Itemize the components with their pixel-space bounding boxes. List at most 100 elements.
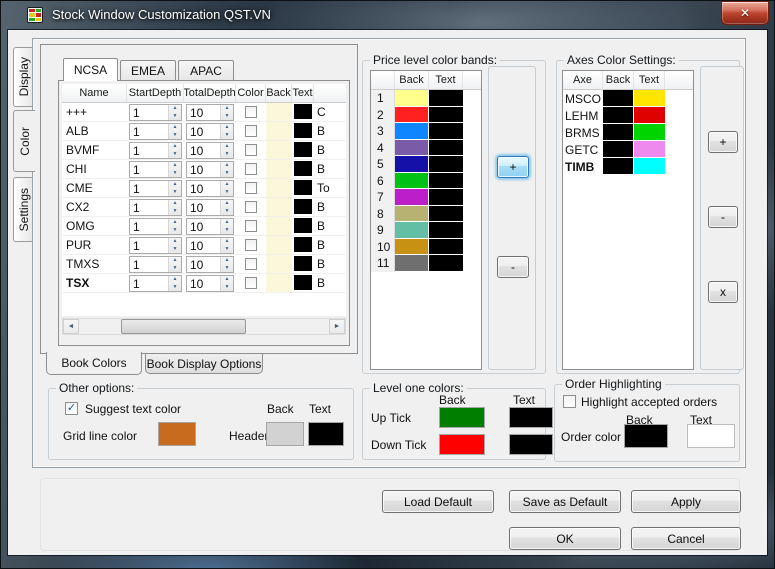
- spin-down-icon[interactable]: ▼: [169, 151, 181, 159]
- spin-down-icon[interactable]: ▼: [221, 227, 233, 235]
- scroll-left-button[interactable]: ◄: [63, 319, 79, 334]
- highlight-accepted-orders-checkbox[interactable]: [563, 395, 576, 408]
- down-tick-back-swatch[interactable]: [439, 434, 485, 455]
- spin-up-icon[interactable]: ▲: [221, 276, 233, 284]
- price-band-row[interactable]: 2: [371, 106, 481, 123]
- back-color-swatch[interactable]: [266, 198, 292, 216]
- back-color-swatch[interactable]: [266, 103, 292, 121]
- spin-up-icon[interactable]: ▲: [221, 124, 233, 132]
- text-color-swatch[interactable]: [292, 274, 314, 292]
- spin-down-icon[interactable]: ▼: [169, 113, 181, 121]
- depth-spinner[interactable]: 10 ▲ ▼: [186, 180, 234, 197]
- tab-color[interactable]: Color: [13, 110, 35, 172]
- spin-up-icon[interactable]: ▲: [221, 181, 233, 189]
- book-table-row[interactable]: PUR 1 ▲ ▼ 10 ▲ ▼ B: [62, 236, 346, 255]
- book-table-row[interactable]: CME 1 ▲ ▼ 10 ▲ ▼ To: [62, 179, 346, 198]
- axe-back-swatch[interactable]: [603, 90, 634, 107]
- spin-down-icon[interactable]: ▼: [221, 151, 233, 159]
- tab-apac[interactable]: APAC: [178, 60, 234, 81]
- depth-spinner[interactable]: 10 ▲ ▼: [186, 256, 234, 273]
- band-back-swatch[interactable]: [395, 139, 429, 156]
- scroll-right-button[interactable]: ►: [329, 319, 345, 334]
- band-text-swatch[interactable]: [429, 172, 463, 189]
- color-checkbox[interactable]: [245, 182, 257, 194]
- band-text-swatch[interactable]: [429, 255, 463, 272]
- axes-delete-button[interactable]: x: [708, 281, 738, 303]
- price-band-row[interactable]: 11: [371, 255, 481, 272]
- band-back-swatch[interactable]: [395, 255, 429, 272]
- order-back-swatch[interactable]: [624, 424, 668, 448]
- suggest-text-color-checkbox[interactable]: ✓: [65, 402, 78, 415]
- depth-spinner[interactable]: 1 ▲ ▼: [129, 142, 182, 159]
- book-table-row[interactable]: CX2 1 ▲ ▼ 10 ▲ ▼ B: [62, 198, 346, 217]
- spin-up-icon[interactable]: ▲: [169, 257, 181, 265]
- band-text-swatch[interactable]: [429, 123, 463, 140]
- axe-row[interactable]: LEHM: [563, 107, 693, 124]
- price-band-row[interactable]: 10: [371, 238, 481, 255]
- spin-down-icon[interactable]: ▼: [221, 170, 233, 178]
- apply-button[interactable]: Apply: [631, 490, 741, 513]
- book-table-row[interactable]: CHI 1 ▲ ▼ 10 ▲ ▼ B: [62, 160, 346, 179]
- band-back-swatch[interactable]: [395, 123, 429, 140]
- spin-up-icon[interactable]: ▲: [221, 143, 233, 151]
- depth-spinner[interactable]: 10 ▲ ▼: [186, 199, 234, 216]
- tab-book-display-options[interactable]: Book Display Options: [145, 354, 263, 374]
- axe-row[interactable]: GETC: [563, 141, 693, 158]
- axe-text-swatch[interactable]: [634, 90, 665, 107]
- color-checkbox[interactable]: [245, 220, 257, 232]
- axe-text-swatch[interactable]: [634, 141, 665, 158]
- ok-button[interactable]: OK: [509, 527, 621, 550]
- band-text-swatch[interactable]: [429, 139, 463, 156]
- spin-up-icon[interactable]: ▲: [169, 143, 181, 151]
- spin-up-icon[interactable]: ▲: [169, 238, 181, 246]
- band-text-swatch[interactable]: [429, 156, 463, 173]
- spin-down-icon[interactable]: ▼: [169, 170, 181, 178]
- spin-up-icon[interactable]: ▲: [169, 276, 181, 284]
- axes-add-button[interactable]: +: [708, 131, 738, 153]
- grid-line-color-swatch[interactable]: [158, 422, 196, 446]
- spin-up-icon[interactable]: ▲: [169, 219, 181, 227]
- price-band-row[interactable]: 4: [371, 139, 481, 156]
- band-back-swatch[interactable]: [395, 222, 429, 239]
- column-header-text[interactable]: Text: [292, 84, 314, 102]
- price-band-row[interactable]: 3: [371, 123, 481, 140]
- tab-display[interactable]: Display: [13, 47, 33, 107]
- book-table-row[interactable]: TSX 1 ▲ ▼ 10 ▲ ▼ B: [62, 274, 346, 293]
- depth-spinner[interactable]: 10 ▲ ▼: [186, 161, 234, 178]
- close-button[interactable]: ✕: [721, 1, 769, 25]
- spin-down-icon[interactable]: ▼: [221, 265, 233, 273]
- book-table-row[interactable]: BVMF 1 ▲ ▼ 10 ▲ ▼ B: [62, 141, 346, 160]
- axe-row[interactable]: TIMB: [563, 158, 693, 175]
- text-color-swatch[interactable]: [292, 122, 314, 140]
- band-text-swatch[interactable]: [429, 90, 463, 107]
- band-back-swatch[interactable]: [395, 205, 429, 222]
- column-header-text[interactable]: Text: [429, 71, 463, 89]
- column-header-text[interactable]: Text: [634, 71, 665, 89]
- depth-spinner[interactable]: 10 ▲ ▼: [186, 123, 234, 140]
- book-table-row[interactable]: +++ 1 ▲ ▼ 10 ▲ ▼ C: [62, 103, 346, 122]
- text-color-swatch[interactable]: [292, 217, 314, 235]
- spin-down-icon[interactable]: ▼: [169, 265, 181, 273]
- column-header-color[interactable]: Color: [236, 84, 266, 102]
- color-checkbox[interactable]: [245, 144, 257, 156]
- axe-back-swatch[interactable]: [603, 107, 634, 124]
- tab-emea[interactable]: EMEA: [120, 60, 176, 81]
- band-back-swatch[interactable]: [395, 106, 429, 123]
- band-back-swatch[interactable]: [395, 90, 429, 107]
- depth-spinner[interactable]: 1 ▲ ▼: [129, 123, 182, 140]
- title-bar[interactable]: Stock Window Customization QST.VN ✕: [0, 0, 775, 30]
- spin-down-icon[interactable]: ▼: [169, 227, 181, 235]
- header-text-swatch[interactable]: [308, 422, 344, 446]
- price-band-row[interactable]: 7: [371, 189, 481, 206]
- depth-spinner[interactable]: 10 ▲ ▼: [186, 275, 234, 292]
- band-back-swatch[interactable]: [395, 189, 429, 206]
- depth-spinner[interactable]: 1 ▲ ▼: [129, 104, 182, 121]
- depth-spinner[interactable]: 1 ▲ ▼: [129, 275, 182, 292]
- back-color-swatch[interactable]: [266, 160, 292, 178]
- back-color-swatch[interactable]: [266, 179, 292, 197]
- depth-spinner[interactable]: 1 ▲ ▼: [129, 218, 182, 235]
- column-header-totaldepth[interactable]: TotalDepth: [184, 84, 236, 102]
- up-tick-back-swatch[interactable]: [439, 407, 485, 428]
- price-band-row[interactable]: 5: [371, 156, 481, 173]
- band-back-swatch[interactable]: [395, 172, 429, 189]
